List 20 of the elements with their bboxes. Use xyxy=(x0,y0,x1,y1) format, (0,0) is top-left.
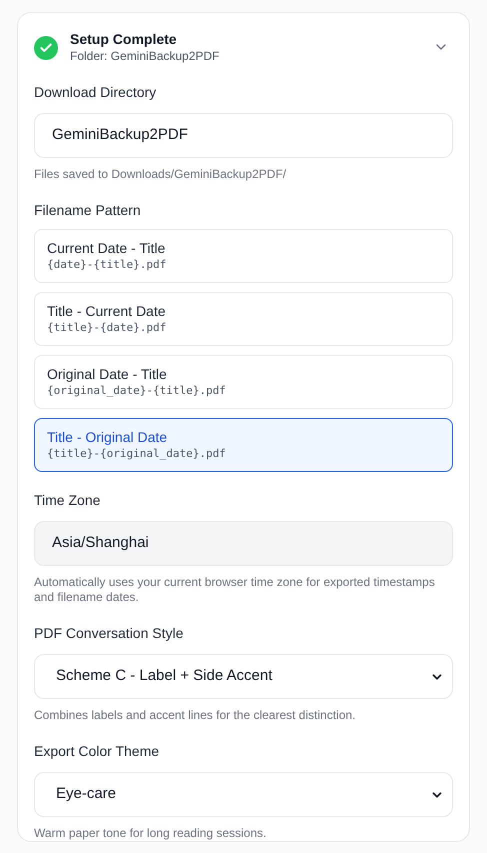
select-field[interactable]: Scheme C - Label + Side Accent xyxy=(34,654,453,699)
field-label: Time Zone xyxy=(34,491,102,510)
directory-input[interactable]: GeminiBackup2PDF xyxy=(34,113,453,158)
pattern-option[interactable]: Original Date - Title {original_date}-{title}.pdf xyxy=(34,355,453,409)
setup-title: Setup Complete xyxy=(70,31,178,48)
help-text: Warm paper tone for long reading sessions. xyxy=(34,826,268,841)
help-text: Automatically uses your current browser time zone for exported timestamps and filename dates. xyxy=(34,575,436,605)
field-label: Filename Pattern xyxy=(34,201,142,220)
help-text: Combines labels and accent lines for the clearest distinction. xyxy=(34,708,357,723)
field-label: PDF Conversation Style xyxy=(34,624,184,643)
select-field[interactable]: Eye-care xyxy=(34,772,453,817)
folder-subtitle: Folder: GeminiBackup2PDF xyxy=(70,48,220,64)
pattern-option[interactable]: Title - Original Date {title}-{original_date}.pdf xyxy=(34,418,453,472)
check-icon xyxy=(34,36,58,60)
pattern-option[interactable]: Title - Current Date {title}-{date}.pdf xyxy=(34,292,453,346)
field-label: Export Color Theme xyxy=(34,742,160,761)
help-text: Files saved to Downloads/GeminiBackup2PDF/ xyxy=(34,167,288,182)
timezone-field: Asia/Shanghai xyxy=(34,521,453,566)
pattern-option[interactable]: Current Date - Title {date}-{title}.pdf xyxy=(34,229,453,283)
field-label: Download Directory xyxy=(34,83,158,102)
